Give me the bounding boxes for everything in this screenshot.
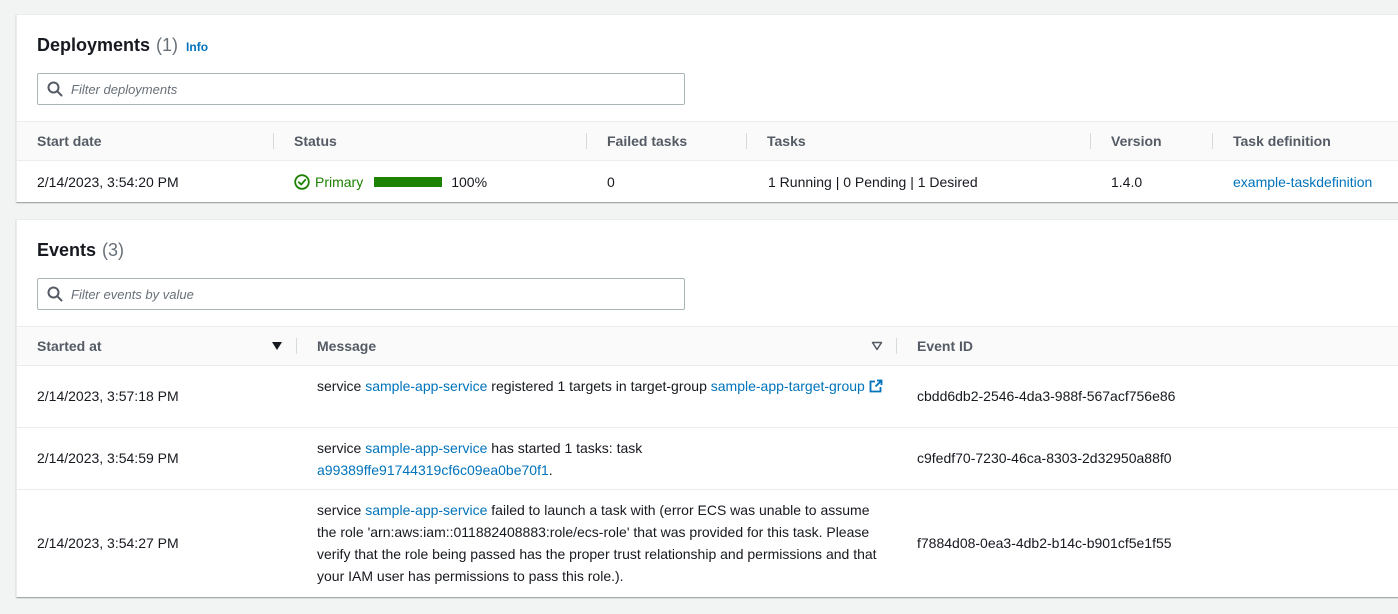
task-definition-link[interactable]: example-taskdefinition xyxy=(1233,173,1372,191)
col-status[interactable]: Status xyxy=(294,122,337,160)
table-row: 2/14/2023, 3:54:27 PM service sample-app… xyxy=(17,490,1398,598)
rollout-progress-bar xyxy=(374,177,443,187)
deployments-title: Deployments xyxy=(37,35,151,55)
column-divider[interactable] xyxy=(273,133,274,149)
service-link[interactable]: sample-app-service xyxy=(365,502,487,518)
column-divider[interactable] xyxy=(1090,133,1091,149)
event-id-cell: f7884d08-0ea3-4db2-b14c-b901cf5e1f55 xyxy=(917,535,1172,551)
col-started-at[interactable]: Started at xyxy=(37,327,102,365)
events-count: (3) xyxy=(102,240,125,260)
status-label: Primary xyxy=(315,174,364,190)
events-header: Events (3) xyxy=(37,240,124,261)
table-row: 2/14/2023, 3:57:18 PM service sample-app… xyxy=(17,366,1398,428)
deployments-count: (1) xyxy=(156,35,179,55)
event-id-cell: cbdd6db2-2546-4da3-988f-567acf756e86 xyxy=(917,388,1176,404)
col-failed-tasks[interactable]: Failed tasks xyxy=(607,122,687,160)
task-id-link[interactable]: a99389ffe91744319cf6c09ea0be70f1 xyxy=(317,462,549,478)
message-text: has started 1 tasks: task xyxy=(487,440,643,456)
column-divider[interactable] xyxy=(1212,133,1213,149)
events-filter-input[interactable] xyxy=(71,286,651,302)
events-table-header: Started at Message Event ID xyxy=(17,326,1398,366)
deployments-filter[interactable] xyxy=(37,73,685,105)
search-icon xyxy=(47,286,63,302)
service-link[interactable]: sample-app-service xyxy=(365,440,487,456)
caret-down-filled-icon[interactable] xyxy=(271,340,283,352)
column-divider[interactable] xyxy=(746,133,747,149)
target-group-link[interactable]: sample-app-target-group xyxy=(711,378,883,394)
col-message[interactable]: Message xyxy=(317,327,376,365)
col-version[interactable]: Version xyxy=(1111,122,1162,160)
table-row: 2/14/2023, 3:54:20 PM Primary 100% 0 1 R… xyxy=(17,161,1398,203)
column-divider[interactable] xyxy=(296,338,297,354)
deployments-header: Deployments (1) Info xyxy=(37,35,208,56)
external-link-icon xyxy=(869,379,883,393)
message-cell: service sample-app-service has started 1… xyxy=(317,437,737,481)
table-row: 2/14/2023, 3:54:59 PM service sample-app… xyxy=(17,428,1398,490)
service-link[interactable]: sample-app-service xyxy=(365,378,487,394)
rollout-progress-fill xyxy=(374,177,443,187)
col-task-definition[interactable]: Task definition xyxy=(1233,122,1331,160)
events-panel: Events (3) Started at Message Event ID 2… xyxy=(16,219,1398,597)
deployments-panel: Deployments (1) Info Start date Status F… xyxy=(16,14,1398,202)
search-icon xyxy=(47,81,63,97)
caret-down-outline-icon[interactable] xyxy=(871,340,883,352)
target-group-link-label: sample-app-target-group xyxy=(710,378,865,394)
col-tasks[interactable]: Tasks xyxy=(767,122,806,160)
deployments-table-header: Start date Status Failed tasks Tasks Ver… xyxy=(17,121,1398,161)
status-cell: Primary 100% xyxy=(294,173,487,191)
column-divider[interactable] xyxy=(896,338,897,354)
check-circle-icon xyxy=(294,174,310,190)
event-id-cell: c9fedf70-7230-46ca-8303-2d32950a88f0 xyxy=(917,450,1172,466)
column-divider[interactable] xyxy=(586,133,587,149)
message-text: . xyxy=(548,462,553,478)
started-at-cell: 2/14/2023, 3:57:18 PM xyxy=(37,388,179,404)
failed-tasks-cell: 0 xyxy=(607,174,615,190)
col-event-id[interactable]: Event ID xyxy=(917,327,973,365)
events-title: Events xyxy=(37,240,97,260)
rollout-progress-label: 100% xyxy=(451,174,488,190)
col-start-date[interactable]: Start date xyxy=(37,122,102,160)
message-text: service xyxy=(317,502,366,518)
message-cell: service sample-app-service registered 1 … xyxy=(317,375,892,397)
message-text: service xyxy=(317,440,366,456)
tasks-cell: 1 Running | 0 Pending | 1 Desired xyxy=(768,174,978,190)
started-at-cell: 2/14/2023, 3:54:59 PM xyxy=(37,450,179,466)
message-cell: service sample-app-service failed to lau… xyxy=(317,499,887,587)
started-at-cell: 2/14/2023, 3:54:27 PM xyxy=(37,535,179,551)
version-cell: 1.4.0 xyxy=(1111,174,1143,190)
message-text: registered 1 targets in target-group xyxy=(487,378,711,394)
info-link[interactable]: Info xyxy=(186,40,208,54)
start-date-cell: 2/14/2023, 3:54:20 PM xyxy=(37,174,179,190)
deployments-filter-input[interactable] xyxy=(71,81,651,97)
events-filter[interactable] xyxy=(37,278,685,310)
message-text: service xyxy=(317,378,366,394)
